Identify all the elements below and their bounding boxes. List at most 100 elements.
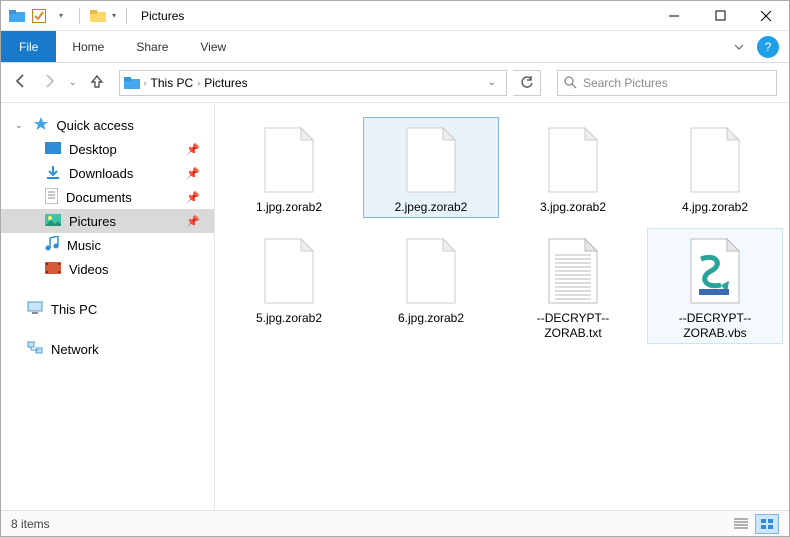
body: ⌄ Quick access Desktop 📌 Downloads 📌 Doc… (1, 103, 789, 511)
window-controls (651, 1, 789, 31)
file-item[interactable]: 6.jpg.zorab2 (363, 228, 499, 344)
sidebar-item-documents[interactable]: Documents 📌 (1, 185, 214, 209)
file-item[interactable]: --DECRYPT--ZORAB.vbs (647, 228, 783, 344)
checkbox-icon[interactable] (31, 8, 47, 24)
breadcrumb-label: This PC (151, 76, 194, 90)
search-icon (564, 76, 577, 89)
file-item[interactable]: 5.jpg.zorab2 (221, 228, 357, 344)
pin-icon: 📌 (186, 167, 200, 180)
tab-view[interactable]: View (184, 31, 242, 62)
folder-icon (9, 8, 25, 24)
back-button[interactable] (13, 73, 29, 92)
desktop-icon (45, 142, 61, 157)
help-button[interactable]: ? (757, 36, 779, 58)
file-item[interactable]: 1.jpg.zorab2 (221, 117, 357, 218)
sidebar-item-music[interactable]: Music (1, 233, 214, 257)
breadcrumb-label: Pictures (204, 76, 247, 90)
sidebar-item-label: Music (67, 238, 101, 253)
pin-icon: 📌 (186, 143, 200, 156)
file-item[interactable]: 4.jpg.zorab2 (647, 117, 783, 218)
sidebar-item-pictures[interactable]: Pictures 📌 (1, 209, 214, 233)
window-title: Pictures (141, 9, 184, 23)
qat-dropdown-icon[interactable]: ▾ (53, 8, 69, 24)
recent-dropdown-icon[interactable]: ⌄ (69, 77, 77, 88)
ribbon: File Home Share View ? (1, 31, 789, 63)
sidebar-label: Network (51, 342, 99, 357)
address-dropdown-icon[interactable]: ⌄ (482, 77, 502, 88)
sidebar-item-label: Downloads (69, 166, 133, 181)
file-icon (399, 235, 463, 307)
sidebar-quick-access[interactable]: ⌄ Quick access (1, 113, 214, 137)
pictures-icon (45, 214, 61, 229)
quick-access-toolbar: ▾ ▾ Pictures (1, 8, 184, 24)
maximize-button[interactable] (697, 1, 743, 31)
file-name: 2.jpeg.zorab2 (395, 200, 468, 215)
separator (79, 8, 80, 24)
titlebar: ▾ ▾ Pictures (1, 1, 789, 31)
tab-share[interactable]: Share (120, 31, 184, 62)
file-pane[interactable]: 1.jpg.zorab2 2.jpeg.zorab2 3.jpg.zorab2 4.j… (215, 103, 789, 511)
status-bar: 8 items (1, 510, 789, 536)
sidebar-item-label: Videos (69, 262, 109, 277)
file-menu-button[interactable]: File (1, 31, 56, 62)
file-item[interactable]: 3.jpg.zorab2 (505, 117, 641, 218)
search-input[interactable]: Search Pictures (557, 70, 777, 96)
file-name: 1.jpg.zorab2 (256, 200, 322, 215)
file-name: 5.jpg.zorab2 (256, 311, 322, 326)
file-grid: 1.jpg.zorab2 2.jpeg.zorab2 3.jpg.zorab2 4.j… (221, 117, 783, 344)
breadcrumb-pictures[interactable]: Pictures (204, 76, 247, 90)
sidebar-item-desktop[interactable]: Desktop 📌 (1, 137, 214, 161)
item-count: 8 items (11, 517, 50, 531)
minimize-button[interactable] (651, 1, 697, 31)
breadcrumb-root[interactable]: › (124, 77, 147, 89)
file-icon (683, 124, 747, 196)
sidebar-item-label: Desktop (69, 142, 117, 157)
sidebar-network[interactable]: Network (1, 337, 214, 361)
sidebar-item-label: Documents (66, 190, 132, 205)
close-button[interactable] (743, 1, 789, 31)
file-name: --DECRYPT--ZORAB.vbs (655, 311, 775, 341)
file-icon (541, 124, 605, 196)
dropdown-caret-icon[interactable]: ▾ (112, 11, 116, 20)
file-icon (399, 124, 463, 196)
file-name: --DECRYPT--ZORAB.txt (513, 311, 633, 341)
file-item[interactable]: 2.jpeg.zorab2 (363, 117, 499, 218)
forward-button[interactable] (41, 73, 57, 92)
file-name: 3.jpg.zorab2 (540, 200, 606, 215)
address-bar[interactable]: › This PC › Pictures ⌄ (119, 70, 507, 96)
sidebar-label: Quick access (57, 118, 134, 133)
view-icons-button[interactable] (755, 514, 779, 534)
file-icon (541, 235, 605, 307)
sidebar-item-downloads[interactable]: Downloads 📌 (1, 161, 214, 185)
expand-ribbon-button[interactable] (725, 31, 753, 62)
sidebar-item-videos[interactable]: Videos (1, 257, 214, 281)
sidebar-item-label: Pictures (69, 214, 116, 229)
file-item[interactable]: --DECRYPT--ZORAB.txt (505, 228, 641, 344)
sidebar-this-pc[interactable]: This PC (1, 297, 214, 321)
star-icon (33, 116, 49, 135)
file-name: 4.jpg.zorab2 (682, 200, 748, 215)
pin-icon: 📌 (186, 215, 200, 228)
pin-icon: 📌 (186, 191, 200, 204)
documents-icon (45, 188, 58, 207)
navigation-pane: ⌄ Quick access Desktop 📌 Downloads 📌 Doc… (1, 103, 215, 511)
separator (126, 8, 127, 24)
folder-small-icon (90, 8, 106, 24)
search-placeholder: Search Pictures (583, 76, 668, 90)
sidebar-label: This PC (51, 302, 97, 317)
file-icon (257, 235, 321, 307)
file-name: 6.jpg.zorab2 (398, 311, 464, 326)
music-icon (45, 236, 59, 255)
videos-icon (45, 262, 61, 277)
chevron-right-icon[interactable]: › (144, 78, 147, 88)
network-icon (27, 341, 43, 358)
up-button[interactable] (89, 73, 105, 92)
file-icon (683, 235, 747, 307)
chevron-down-icon[interactable]: ⌄ (15, 120, 23, 131)
file-icon (257, 124, 321, 196)
tab-home[interactable]: Home (56, 31, 120, 62)
view-details-button[interactable] (729, 514, 753, 534)
refresh-button[interactable] (513, 70, 541, 96)
breadcrumb-this-pc[interactable]: This PC › (151, 76, 201, 90)
chevron-right-icon[interactable]: › (197, 78, 200, 88)
